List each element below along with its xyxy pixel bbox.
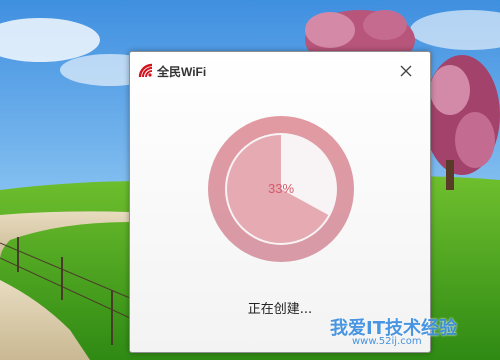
wifi-logo-icon (138, 63, 153, 78)
progress-percent: 33% (267, 181, 295, 196)
progress-ring: 33% (208, 116, 354, 262)
watermark-url: www.52ij.com (352, 336, 422, 347)
app-title: 全民WiFi (157, 65, 207, 79)
title-bar[interactable]: 全民WiFi (130, 52, 430, 92)
wifi-dialog: 全民WiFi 33% 正在创建... (129, 51, 431, 353)
close-icon[interactable] (398, 63, 414, 79)
